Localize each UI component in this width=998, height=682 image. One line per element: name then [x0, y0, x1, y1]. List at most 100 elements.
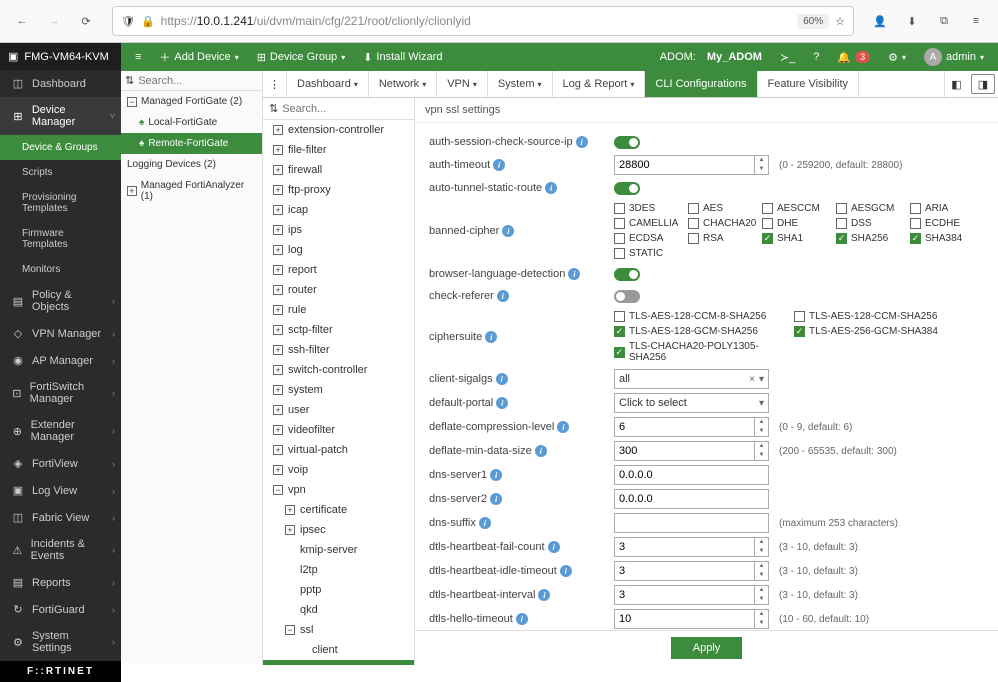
info-icon[interactable]: i	[479, 517, 491, 529]
cfg-icap[interactable]: +icap	[263, 200, 414, 220]
info-icon[interactable]: i	[538, 589, 550, 601]
cfg-report[interactable]: +report	[263, 260, 414, 280]
search-input[interactable]	[138, 75, 280, 87]
nav-reports[interactable]: ▤Reports›	[0, 569, 121, 596]
settings-dropdown[interactable]: ⚙▾	[880, 47, 914, 68]
cfg-firewall[interactable]: +firewall	[263, 160, 414, 180]
sort-icon[interactable]: ⇅	[269, 102, 278, 115]
checkbox-CAMELLIA[interactable]: CAMELLIA	[614, 216, 688, 231]
tab-system[interactable]: System▾	[488, 71, 553, 97]
cfg-virtual-patch[interactable]: +virtual-patch	[263, 440, 414, 460]
cli-icon[interactable]: ≻_	[772, 47, 803, 68]
cfg-vpn[interactable]: −vpn	[263, 480, 414, 500]
zoom-level[interactable]: 60%	[797, 14, 829, 29]
step-up[interactable]: ▲	[754, 442, 768, 451]
cfg-certificate[interactable]: +certificate	[263, 500, 414, 520]
info-icon[interactable]: i	[576, 136, 588, 148]
info-icon[interactable]: i	[535, 445, 547, 457]
checkbox-TLS-AES-256-GCM-SHA384[interactable]: ✓TLS-AES-256-GCM-SHA384	[794, 324, 974, 339]
adom-selector[interactable]: ADOM: My_ADOM	[652, 47, 770, 67]
nav-system-settings[interactable]: ⚙System Settings›	[0, 623, 121, 661]
tab-vpn[interactable]: VPN▾	[437, 71, 488, 97]
hamburger-icon[interactable]: ≡	[127, 47, 149, 67]
number-input[interactable]	[614, 417, 769, 437]
nav-policy-objects[interactable]: ▤Policy & Objects›	[0, 282, 121, 320]
cfg-settings[interactable]: settings	[263, 660, 414, 665]
device-group-button[interactable]: ⊞ Device Group▾	[249, 47, 354, 68]
tab-dashboard[interactable]: Dashboard▾	[287, 71, 369, 97]
info-icon[interactable]: i	[557, 421, 569, 433]
step-up[interactable]: ▲	[754, 586, 768, 595]
tree-remote[interactable]: ♠ Remote-FortiGate	[121, 133, 262, 154]
checkbox-ECDHE[interactable]: ECDHE	[910, 216, 984, 231]
cfg-l2tp[interactable]: l2tp	[263, 560, 414, 580]
bookmark-star-icon[interactable]: ☆	[835, 15, 845, 28]
checkbox-ECDSA[interactable]: ECDSA	[614, 231, 688, 246]
cfg-system[interactable]: +system	[263, 380, 414, 400]
forward-button[interactable]: →	[40, 7, 68, 35]
nav-firmware-templates[interactable]: Firmware Templates	[0, 221, 121, 257]
text-input[interactable]	[614, 489, 769, 509]
step-down[interactable]: ▼	[754, 595, 768, 604]
tree-local[interactable]: ♠ Local-FortiGate	[121, 112, 262, 133]
checkbox-DSS[interactable]: DSS	[836, 216, 910, 231]
toggle[interactable]	[614, 268, 640, 281]
checkbox-AES[interactable]: AES	[688, 201, 762, 216]
nav-scripts[interactable]: Scripts	[0, 160, 121, 185]
extensions-icon[interactable]: ⧉	[930, 7, 958, 35]
notifications-icon[interactable]: 🔔 3	[829, 47, 878, 68]
cfg-sctp-filter[interactable]: +sctp-filter	[263, 320, 414, 340]
cfg-ssh-filter[interactable]: +ssh-filter	[263, 340, 414, 360]
tree-faz[interactable]: + Managed FortiAnalyzer (1)	[121, 175, 262, 207]
toggle[interactable]	[614, 290, 640, 303]
info-icon[interactable]: i	[490, 469, 502, 481]
nav-device-manager[interactable]: ⊞Device Manager˅	[0, 97, 121, 135]
text-input[interactable]	[614, 465, 769, 485]
step-down[interactable]: ▼	[754, 547, 768, 556]
nav-extender-manager[interactable]: ⊕Extender Manager›	[0, 412, 121, 450]
cfg-user[interactable]: +user	[263, 400, 414, 420]
address-bar[interactable]: 🛡 🔒 https://10.0.1.241/ui/dvm/main/cfg/2…	[112, 6, 854, 36]
step-down[interactable]: ▼	[754, 165, 768, 174]
cfg-kmip-server[interactable]: kmip-server	[263, 540, 414, 560]
info-icon[interactable]: i	[496, 397, 508, 409]
checkbox-RSA[interactable]: RSA	[688, 231, 762, 246]
cfg-client[interactable]: client	[263, 640, 414, 660]
info-icon[interactable]: i	[490, 493, 502, 505]
info-icon[interactable]: i	[548, 541, 560, 553]
apply-button[interactable]: Apply	[671, 637, 743, 659]
nav-fortiview[interactable]: ◈FortiView›	[0, 450, 121, 477]
nav-device-groups[interactable]: Device & Groups	[0, 135, 121, 160]
toggle[interactable]	[614, 182, 640, 195]
cfg-search-input[interactable]	[282, 103, 415, 115]
number-input[interactable]	[614, 441, 769, 461]
reload-button[interactable]: ⟳	[72, 7, 100, 35]
step-up[interactable]: ▲	[754, 610, 768, 619]
info-icon[interactable]: i	[497, 290, 509, 302]
nav-fabric-view[interactable]: ◫Fabric View›	[0, 504, 121, 531]
info-icon[interactable]: i	[502, 225, 514, 237]
checkbox-SHA1[interactable]: ✓SHA1	[762, 231, 836, 246]
cfg-log[interactable]: +log	[263, 240, 414, 260]
text-input[interactable]	[614, 513, 769, 533]
number-input[interactable]	[614, 537, 769, 557]
cfg-pptp[interactable]: pptp	[263, 580, 414, 600]
back-button[interactable]: ←	[8, 7, 36, 35]
nav-fortiguard[interactable]: ↻FortiGuard›	[0, 596, 121, 623]
nav-fortiswitch-manager[interactable]: ⊡FortiSwitch Manager›	[0, 374, 121, 412]
checkbox-TLS-AES-128-CCM-8-SHA256[interactable]: TLS-AES-128-CCM-8-SHA256	[614, 309, 794, 324]
cfg-switch-controller[interactable]: +switch-controller	[263, 360, 414, 380]
cfg-rule[interactable]: +rule	[263, 300, 414, 320]
step-down[interactable]: ▼	[754, 619, 768, 628]
nav-monitors[interactable]: Monitors	[0, 257, 121, 282]
info-icon[interactable]: i	[496, 373, 508, 385]
select-input[interactable]: all×▾	[614, 369, 769, 389]
cfg-extension-controller[interactable]: +extension-controller	[263, 120, 414, 140]
tab-log-report[interactable]: Log & Report▾	[553, 71, 646, 97]
checkbox-AESCCM[interactable]: AESCCM	[762, 201, 836, 216]
filter-icon[interactable]: ⇅	[125, 74, 134, 87]
cfg-router[interactable]: +router	[263, 280, 414, 300]
step-up[interactable]: ▲	[754, 156, 768, 165]
step-down[interactable]: ▼	[754, 571, 768, 580]
cfg-videofilter[interactable]: +videofilter	[263, 420, 414, 440]
